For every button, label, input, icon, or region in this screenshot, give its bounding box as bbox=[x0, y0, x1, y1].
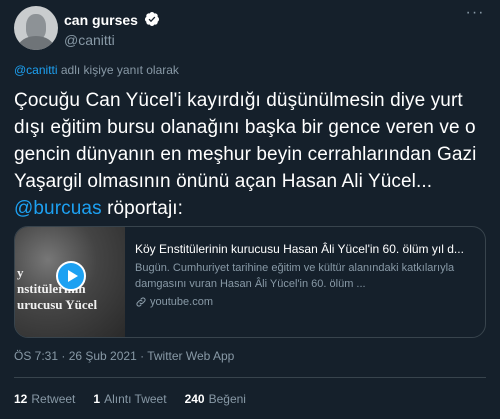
tweet-text: Çocuğu Can Yücel'i kayırdığı düşünülmesi… bbox=[14, 87, 490, 222]
tweet-text-line: dışı eğitim bursu olanağını başka bir ge… bbox=[14, 117, 476, 138]
card-domain-text: youtube.com bbox=[150, 296, 213, 308]
retweets-label: Retweet bbox=[31, 392, 76, 406]
retweets-count: 12 bbox=[14, 392, 28, 406]
reply-mention-link[interactable]: @canitti bbox=[14, 63, 58, 77]
link-icon bbox=[136, 297, 146, 307]
avatar-shoulders bbox=[18, 36, 54, 50]
card-domain: youtube.com bbox=[135, 294, 477, 310]
card-description: Bugün. Cumhuriyet tarihine eğitim ve kül… bbox=[135, 262, 455, 290]
play-icon[interactable] bbox=[56, 261, 86, 291]
verified-badge-icon bbox=[144, 12, 159, 26]
quote-tweets-label: Alıntı Tweet bbox=[104, 392, 167, 406]
thumbnail-caption-line: urucusu Yücel bbox=[17, 297, 98, 312]
tweet-stats: 12 Retweet 1 Alıntı Tweet 240 Beğeni bbox=[14, 392, 264, 406]
link-preview-card[interactable]: y nstitülerinin urucusu Yücel Köy Enstit… bbox=[14, 226, 486, 338]
tweet-text-line: gencin dünyanın en meşhur beyin cerrahla… bbox=[14, 144, 477, 165]
card-body: Köy Enstitülerinin kurucusu Hasan Âli Yü… bbox=[135, 241, 477, 310]
tweet-timestamp[interactable]: ÖS 7:31 · 26 Şub 2021 · Twitter Web App bbox=[14, 349, 234, 363]
reply-context-text: adlı kişiye yanıt olarak bbox=[60, 63, 179, 77]
tweet-header: can gurses @canitti ··· bbox=[14, 5, 486, 54]
avatar[interactable] bbox=[14, 6, 58, 50]
quote-tweets-stat[interactable]: 1 Alıntı Tweet bbox=[93, 392, 166, 406]
tweet-text-line: Yaşargil olmasının önünü açan Hasan Ali … bbox=[14, 171, 433, 192]
likes-stat[interactable]: 240 Beğeni bbox=[185, 392, 246, 406]
author-handle[interactable]: @canitti bbox=[64, 32, 115, 48]
tweet-mention-link[interactable]: @burcuas bbox=[14, 198, 102, 219]
more-options-icon[interactable]: ··· bbox=[464, 5, 486, 28]
quote-tweets-count: 1 bbox=[93, 392, 101, 406]
tweet-text-line: Çocuğu Can Yücel'i kayırdığı düşünülmesi… bbox=[14, 90, 463, 111]
reply-context: @canitti adlı kişiye yanıt olarak bbox=[14, 63, 179, 77]
author-name[interactable]: can gurses bbox=[64, 12, 138, 28]
video-thumbnail[interactable]: y nstitülerinin urucusu Yücel bbox=[15, 227, 125, 337]
tweet-mention-suffix: röportajı: bbox=[107, 198, 184, 219]
card-title: Köy Enstitülerinin kurucusu Hasan Âli Yü… bbox=[135, 242, 464, 256]
likes-label: Beğeni bbox=[208, 392, 246, 406]
divider bbox=[14, 377, 486, 378]
retweets-stat[interactable]: 12 Retweet bbox=[14, 392, 75, 406]
tweet-text-line: @burcuas röportajı: bbox=[14, 195, 490, 222]
likes-count: 240 bbox=[184, 392, 205, 406]
